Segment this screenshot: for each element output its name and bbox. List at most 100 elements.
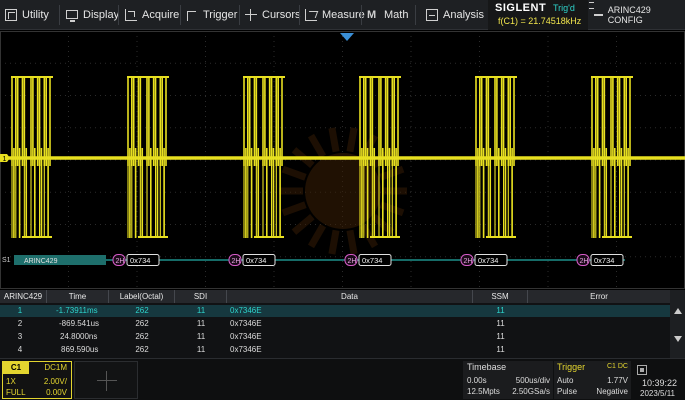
timebase-scale: 500us/div <box>515 376 550 385</box>
menu-analysis[interactable]: Analysis <box>426 0 484 30</box>
col-header-ssm: SSM <box>473 290 528 303</box>
pulse-top <box>11 76 53 78</box>
menu-display-label: Display <box>83 9 120 21</box>
row-index: 3 <box>17 332 23 341</box>
decode-table: ARINC429 Time Label(Octal) SDI Data SSM … <box>0 290 685 358</box>
col-header-data: Data <box>227 290 473 303</box>
table-row[interactable]: 3 24.8000ns 262 11 0x7346E 11 <box>0 331 670 343</box>
add-channel-button[interactable] <box>74 361 138 399</box>
brand-logo: SIGLENT <box>495 2 547 14</box>
frame-data-text: 0x734 <box>478 256 498 265</box>
row-data: 0x7346E <box>230 306 262 315</box>
clock-date: 2023/5/11 <box>640 389 675 398</box>
menu-analysis-label: Analysis <box>443 9 484 21</box>
pulse-bottom <box>370 236 400 238</box>
frame-label-text: 2H <box>116 258 125 265</box>
trigger-type: Pulse <box>557 387 578 396</box>
menu-divider <box>239 5 240 25</box>
table-scrollbar[interactable] <box>670 290 685 358</box>
trigger-slope: Negative <box>596 387 628 396</box>
decoded-frame: 2H 0x734 <box>228 254 276 266</box>
timebase-panel[interactable]: Timebase 0.00s 500us/div 12.5Mpts 2.50GS… <box>463 361 553 399</box>
row-sdi: 11 <box>196 332 206 341</box>
table-row[interactable]: 1 -1.73911ms 262 11 0x7346E 11 <box>0 305 670 317</box>
menu-measure-label: Measure <box>322 9 365 21</box>
row-data: 0x7346E <box>230 332 262 341</box>
menu-cursors[interactable]: Cursors <box>245 0 301 30</box>
menu-trigger[interactable]: Trigger <box>186 0 237 30</box>
frame-data-text: 0x734 <box>362 256 382 265</box>
frame-label-text: 2H <box>464 258 473 265</box>
menu-math[interactable]: M Math <box>367 0 408 30</box>
decoded-frame: 2H 0x734 <box>112 254 160 266</box>
frame-data-text: 0x734 <box>594 256 614 265</box>
clock-time: 10:39:22 <box>642 378 678 388</box>
row-error <box>528 344 670 356</box>
table-row[interactable]: 2 -869.541us 262 11 0x7346E 11 <box>0 318 670 330</box>
row-label: 262 <box>135 345 149 354</box>
menu-divider <box>59 5 60 25</box>
trigger-status: Trig'd <box>553 3 575 13</box>
trigger-title: Trigger <box>557 362 586 372</box>
channel1-scale: 2.00V/ <box>43 377 67 386</box>
row-time: 24.8000ns <box>60 332 98 341</box>
frame-data-text: 0x734 <box>246 256 266 265</box>
channel1-bandwidth: FULL <box>6 388 26 397</box>
waveform-display[interactable]: 2H 0x734 2H 0x734 2H 0x734 2H 0x734 2H 0x734 1 S1… <box>0 31 685 289</box>
col-header-index: ARINC429 <box>0 290 47 303</box>
scroll-down-icon[interactable] <box>674 336 682 342</box>
col-header-sdi: SDI <box>175 290 227 303</box>
row-sdi: 11 <box>196 345 206 354</box>
pulse-top <box>359 76 401 78</box>
trigger-source: C1 DC <box>606 363 628 370</box>
channel1-tag: C1 <box>3 362 29 374</box>
config-label: ARINC429 CONFIG <box>607 5 651 25</box>
frame-label-text: 2H <box>580 258 589 265</box>
trigger-icon <box>186 9 198 21</box>
channel1-marker[interactable]: 1 <box>0 154 10 163</box>
decoded-frame: 2H 0x734 <box>576 254 624 266</box>
frame-data-text: 0x734 <box>130 256 150 265</box>
waveform-canvas[interactable]: 2H 0x734 2H 0x734 2H 0x734 2H 0x734 2H 0x734 1 S1… <box>0 31 685 289</box>
channel1-panel[interactable]: C1 DC1M 1X 2.00V/ FULL 0.00V <box>2 361 72 399</box>
utility-icon <box>5 9 17 21</box>
channel1-offset: 0.00V <box>46 388 67 397</box>
row-label: 262 <box>135 306 149 315</box>
menu-display[interactable]: Display <box>66 0 119 30</box>
menu-utility[interactable]: Utility <box>5 0 49 30</box>
scroll-up-icon[interactable] <box>674 308 682 314</box>
timebase-title: Timebase <box>467 362 507 372</box>
trigger-panel[interactable]: Trigger C1 DC Auto 1.77V Pulse Negative <box>554 361 631 399</box>
col-header-error: Error <box>590 292 608 301</box>
frame-label-text: 2H <box>232 258 241 265</box>
row-sdi: 11 <box>196 319 206 328</box>
row-error <box>528 331 670 343</box>
decoded-frame: 2H 0x734 <box>344 254 392 266</box>
acquire-icon <box>125 9 137 21</box>
menu-measure[interactable]: Measure <box>305 0 365 30</box>
row-ssm: 11 <box>496 332 505 341</box>
brand-panel: SIGLENT Trig'd f(C1) = 21.74518kHz <box>488 0 588 30</box>
config-icon <box>594 14 603 16</box>
table-row[interactable]: 4 869.590us 262 11 0x7346E 11 <box>0 344 670 356</box>
channel1-marker-label: 1 <box>3 156 7 163</box>
status-bar: C1 DC1M 1X 2.00V/ FULL 0.00V Timebase 0.… <box>0 358 685 400</box>
arinc429-config-button[interactable]: ARINC429 CONFIG <box>588 0 685 30</box>
display-icon <box>66 9 78 22</box>
row-index: 1 <box>17 306 23 315</box>
timebase-delay: 0.00s <box>467 376 487 385</box>
row-index: 2 <box>17 319 23 328</box>
analysis-icon <box>426 9 438 21</box>
menu-cursors-label: Cursors <box>262 9 301 21</box>
row-data: 0x7346E <box>230 345 262 354</box>
menu-divider <box>180 5 181 25</box>
bus-name-tag: ARINC429 <box>14 255 106 265</box>
row-ssm: 11 <box>496 345 505 354</box>
pulse-top <box>591 76 633 78</box>
clock-panel: 10:39:22 2023/5/11 <box>633 361 685 399</box>
menu-acquire-label: Acquire <box>142 9 180 21</box>
menu-divider <box>118 5 119 25</box>
row-ssm: 11 <box>496 306 505 315</box>
math-icon: M <box>367 9 377 21</box>
menu-acquire[interactable]: Acquire <box>125 0 179 30</box>
